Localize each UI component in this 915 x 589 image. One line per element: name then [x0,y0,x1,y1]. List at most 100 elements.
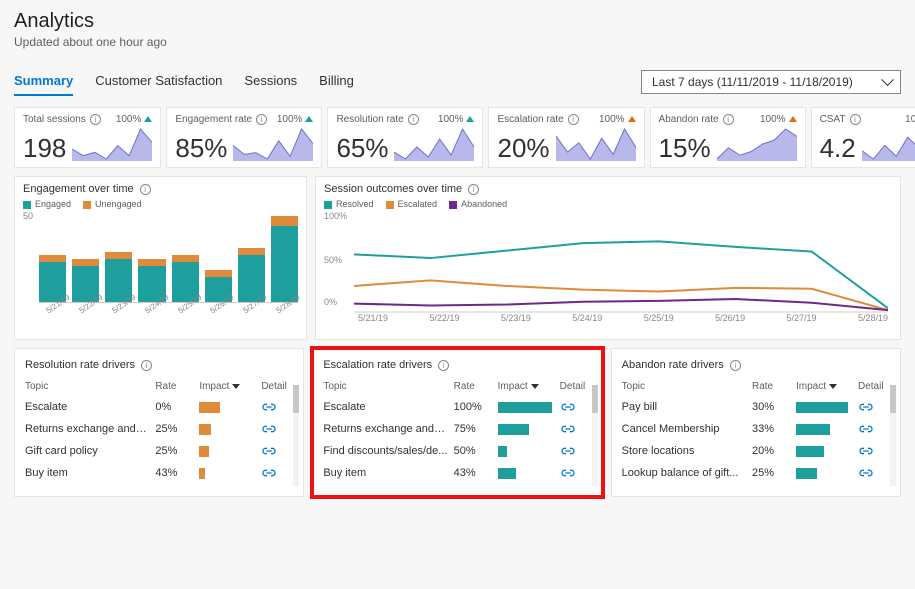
info-icon[interactable] [256,114,267,125]
tab-summary[interactable]: Summary [14,67,73,96]
col-impact[interactable]: Impact [498,381,554,392]
detail-link-icon[interactable] [261,402,293,412]
page-subtitle: Updated about one hour ago [14,35,901,49]
outcomes-line-chart [354,217,888,313]
scrollbar[interactable] [293,385,299,486]
detail-link-icon[interactable] [858,446,890,456]
info-icon[interactable] [723,114,734,125]
detail-link-icon[interactable] [261,446,293,456]
kpi-change: 100% [116,114,153,125]
kpi-title: Abandon rate [659,114,719,125]
kpi-sparkline [862,127,915,161]
detail-link-icon[interactable] [560,424,592,434]
cell-rate: 43% [155,467,193,479]
col-rate[interactable]: Rate [454,381,492,392]
date-range-dropdown[interactable]: Last 7 days (11/11/2019 - 11/18/2019) [641,70,901,94]
engagement-over-time-card: Engagement over time Engaged Unengaged 5… [14,176,307,340]
detail-link-icon[interactable] [858,424,890,434]
detail-link-icon[interactable] [858,468,890,478]
legend-escalated: Escalated [386,199,438,209]
col-topic[interactable]: Topic [323,381,447,392]
info-icon[interactable] [850,114,861,125]
tab-customer-satisfaction[interactable]: Customer Satisfaction [95,67,222,96]
cell-rate: 25% [752,467,790,479]
trend-up-icon [144,116,152,122]
detail-link-icon[interactable] [560,468,592,478]
outcomes-card-title: Session outcomes over time [324,183,462,195]
info-icon[interactable] [468,184,479,195]
info-icon[interactable] [730,360,741,371]
scrollbar[interactable] [592,385,598,486]
legend-resolved: Resolved [324,199,374,209]
engagement-x-axis: 5/21/195/22/195/23/195/24/195/25/195/26/… [39,303,298,317]
session-outcomes-card: Session outcomes over time Resolved Esca… [315,176,901,340]
kpi-change: 100% [760,114,797,125]
cell-topic: Escalate [25,401,149,413]
bar-segment-unengaged [39,255,66,262]
bar-segment-unengaged [172,255,199,262]
cell-topic: Returns exchange and r... [323,423,447,435]
x-tick: 5/21/19 [358,313,388,323]
info-icon[interactable] [90,114,101,125]
x-tick: 5/26/19 [715,313,745,323]
cell-topic: Escalate [323,401,447,413]
engagement-legend: Engaged Unengaged [23,199,298,209]
kpi-title: Engagement rate [175,114,252,125]
resolution-drivers-card: Resolution rate drivers Topic Rate Impac… [14,348,304,497]
col-topic[interactable]: Topic [25,381,149,392]
info-icon[interactable] [568,114,579,125]
cell-topic: Buy item [25,467,149,479]
info-icon[interactable] [438,360,449,371]
cell-impact [498,402,554,413]
cell-rate: 25% [155,445,193,457]
col-rate[interactable]: Rate [155,381,193,392]
bar-segment-unengaged [72,259,99,266]
abandon-drivers-card: Abandon rate drivers Topic Rate Impact D… [611,348,901,497]
cell-impact [498,424,554,435]
y-0: 0% [324,297,337,307]
bar-segment-unengaged [238,248,265,255]
kpi-title: CSAT [820,114,846,125]
kpi-value: 85% [175,135,227,161]
tab-sessions[interactable]: Sessions [244,67,297,96]
detail-link-icon[interactable] [858,402,890,412]
col-rate[interactable]: Rate [752,381,790,392]
scrollbar[interactable] [890,385,896,486]
cell-topic: Returns exchange and re... [25,423,149,435]
legend-unengaged: Unengaged [83,199,142,209]
table-row: Returns exchange and r... 75% [323,418,591,440]
x-tick: 5/27/19 [787,313,817,323]
cell-topic: Find discounts/sales/de... [323,445,447,457]
cell-rate: 50% [454,445,492,457]
info-icon[interactable] [408,114,419,125]
info-icon[interactable] [140,184,151,195]
col-impact[interactable]: Impact [796,381,852,392]
kpi-sparkline [717,127,797,161]
table-row: Lookup balance of gift... 25% [622,462,890,484]
col-topic[interactable]: Topic [622,381,746,392]
col-impact[interactable]: Impact [199,381,255,392]
legend-abandoned: Abandoned [449,199,507,209]
y-100: 100% [324,211,347,221]
date-range-label: Last 7 days (11/11/2019 - 11/18/2019) [652,75,853,89]
tab-billing[interactable]: Billing [319,67,354,96]
info-icon[interactable] [141,360,152,371]
table-row: Escalate 0% [25,396,293,418]
x-tick: 5/28/19 [858,313,888,323]
kpi-sparkline [72,127,152,161]
table-row: Escalate 100% [323,396,591,418]
detail-link-icon[interactable] [261,424,293,434]
kpi-card: CSAT 100% 4.2 [811,107,915,168]
detail-link-icon[interactable] [560,402,592,412]
x-tick: 5/22/19 [429,313,459,323]
col-detail: Detail [858,381,890,392]
detail-link-icon[interactable] [560,446,592,456]
cell-rate: 0% [155,401,193,413]
cell-impact [199,468,255,479]
drivers-title: Abandon rate drivers [622,359,724,371]
table-row: Pay bill 30% [622,396,890,418]
detail-link-icon[interactable] [261,468,293,478]
x-tick: 5/25/19 [644,313,674,323]
table-row: Store locations 20% [622,440,890,462]
kpi-row: Total sessions 100% 198 Engagement rate … [14,107,901,168]
